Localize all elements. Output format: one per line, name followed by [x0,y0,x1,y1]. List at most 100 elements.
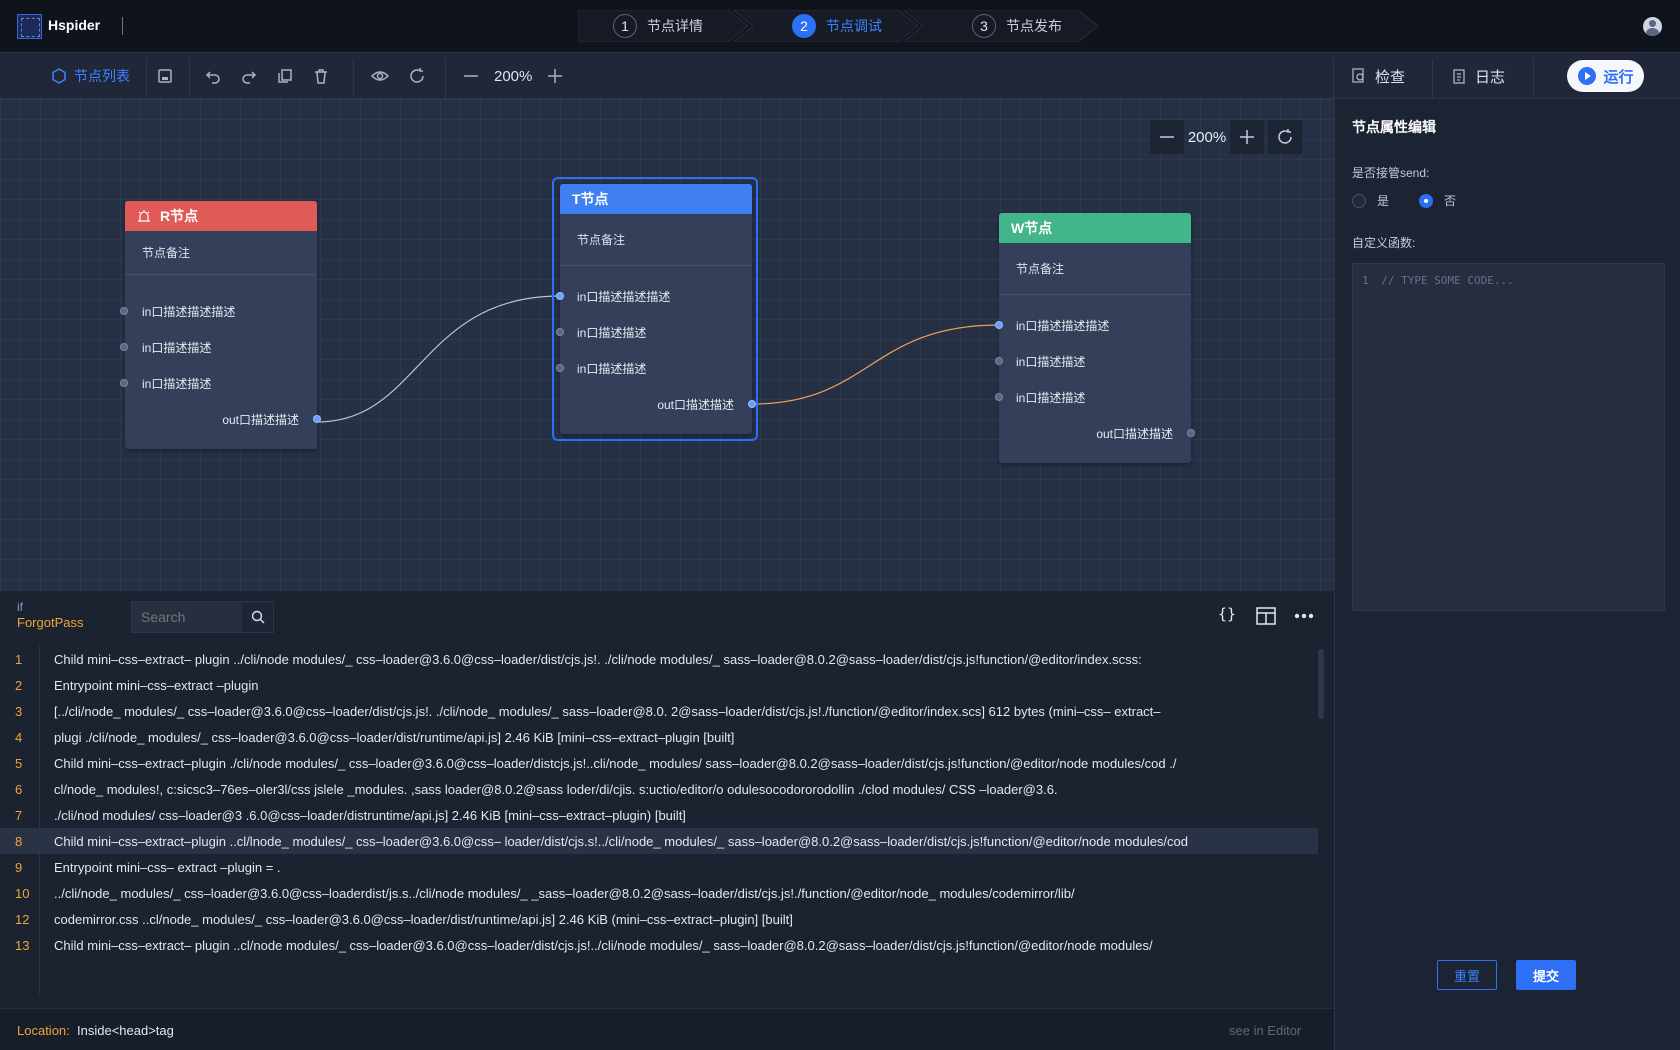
output-port[interactable] [1187,429,1195,437]
step-label: 节点详情 [647,18,703,34]
search-icon [251,610,264,624]
divider [1432,59,1433,99]
divider [146,59,147,99]
input-port[interactable] [120,307,128,315]
node-title: T节点 [572,191,609,207]
preview-button[interactable] [371,53,389,99]
node-list-button[interactable]: 节点列表 [50,53,130,99]
divider [1333,59,1334,99]
submit-button[interactable]: 提交 [1516,960,1576,990]
braces-icon[interactable]: {} [1218,605,1236,623]
node-header: W节点 [999,213,1191,243]
radio-yes-label: 是 [1377,194,1390,208]
output-port[interactable] [313,415,321,423]
context-keyword: if [17,600,23,614]
alarm-icon [138,210,150,222]
step-number: 2 [792,14,816,38]
step-node-publish[interactable]: 3 节点发布 [972,10,1062,42]
zoom-out-button[interactable] [462,53,480,99]
input-port[interactable] [556,364,564,372]
divider [1533,59,1534,99]
line-text: [../cli/node_ modules/_ css–loader@3.6.0… [54,703,1161,719]
code-line-number: 1 [1362,274,1369,287]
clipboard-icon [1453,69,1465,84]
play-icon [1578,67,1597,85]
node-t[interactable]: T节点 节点备注 in口描述描述描述 in口描述描述 in口描述描述 out口描… [556,184,756,434]
line-text: codemirror.css ..cl/node_ modules/_ css–… [54,911,793,927]
canvas-zoom-value: 200% [1187,128,1227,146]
minus-icon [1160,136,1174,138]
zoom-level: 200% [494,53,532,99]
output-label: out口描述描述 [1096,427,1173,441]
plus-icon [548,69,562,83]
line-text: Entrypoint mini–css– extract –plugin = . [54,859,281,875]
divider [353,59,354,99]
divider [189,59,190,99]
copy-button[interactable] [276,53,294,99]
line-number: 3 [15,703,23,719]
console-line: 12 codemirror.css ..cl/node_ modules/_ cs… [0,906,1318,932]
reset-button[interactable]: 重置 [1437,960,1497,990]
node-w[interactable]: W节点 节点备注 in口描述描述描述 in口描述描述 in口描述描述 out口描… [995,213,1195,463]
line-number: 4 [15,729,23,745]
run-label: 运行 [1603,68,1634,86]
location-label: Location: [17,1023,70,1038]
node-header: R节点 [125,201,317,231]
input-port[interactable] [120,379,128,387]
output-port[interactable] [748,400,756,408]
input-label: in口描述描述描述 [1016,319,1110,333]
node-canvas[interactable]: 200% R节点 节点备注 in口描述描述描述 in口描述描述 in口描述描述 … [0,99,1334,591]
log-button[interactable]: 日志 [1451,53,1505,99]
delete-button[interactable] [312,53,330,99]
node-title: W节点 [1011,220,1053,236]
step-node-debug[interactable]: 2 节点调试 [792,10,882,42]
radio-no[interactable]: 否 [1419,192,1456,209]
split-view-icon[interactable] [1256,607,1276,625]
more-icon[interactable] [1294,613,1314,619]
step-number: 1 [613,14,637,38]
run-button[interactable]: 运行 [1567,60,1644,92]
refresh-button[interactable] [408,53,426,99]
step-node-detail[interactable]: 1 节点详情 [613,10,703,42]
step-number: 3 [972,14,996,38]
line-text: Entrypoint mini–css–extract –plugin [54,677,259,693]
inspect-button[interactable]: 检查 [1351,53,1405,99]
radio-yes[interactable]: 是 [1352,192,1389,209]
line-number: 8 [15,833,23,849]
trash-icon [315,69,327,84]
input-port[interactable] [995,393,1003,401]
input-label: in口描述描述 [142,341,212,355]
input-port[interactable] [995,357,1003,365]
user-avatar-icon[interactable] [1643,17,1662,36]
node-list-label: 节点列表 [74,68,130,84]
search-input[interactable] [132,602,242,632]
input-port[interactable] [556,292,564,300]
node-r[interactable]: R节点 节点备注 in口描述描述描述 in口描述描述 in口描述描述 out口描… [120,201,321,449]
see-in-editor-link[interactable]: see in Editor [1229,1023,1301,1038]
input-port[interactable] [995,321,1003,329]
plus-icon [1240,130,1254,144]
input-port[interactable] [556,328,564,336]
save-icon [158,69,172,83]
zoom-in-button[interactable] [546,53,564,99]
radio-no-label: 否 [1444,194,1457,208]
property-panel: 节点属性编辑 是否接管send: 是 否 自定义函数: 1 // TYPE SO… [1334,99,1680,1050]
panel-title: 节点属性编辑 [1352,119,1436,135]
save-button[interactable] [156,53,174,99]
scrollbar-thumb[interactable] [1318,649,1324,719]
redo-button[interactable] [240,53,258,99]
console-search[interactable] [131,601,274,633]
step-label: 节点调试 [826,18,882,34]
search-button[interactable] [242,602,273,632]
line-number: 13 [15,937,30,953]
undo-button[interactable] [204,53,222,99]
output-label: out口描述描述 [657,398,734,412]
input-port[interactable] [120,343,128,351]
input-label: in口描述描述 [577,326,647,340]
canvas-zoom-in-button[interactable] [1230,120,1264,154]
canvas-reset-button[interactable] [1268,120,1302,154]
node-note: 节点备注 [560,214,752,266]
brand-name: Hspider [48,17,101,33]
canvas-zoom-out-button[interactable] [1150,120,1184,154]
code-editor[interactable]: 1 // TYPE SOME CODE... [1352,263,1665,611]
